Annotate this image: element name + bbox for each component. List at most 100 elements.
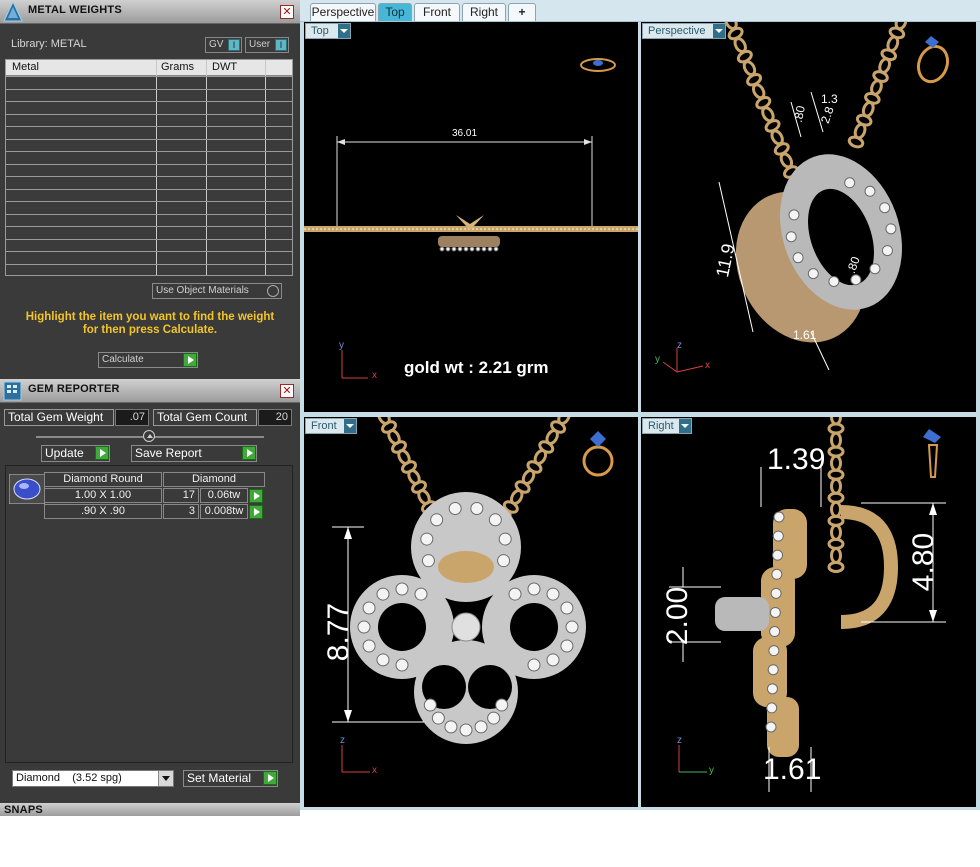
gem-row-select-button[interactable]: [249, 505, 263, 519]
total-gem-count-value: 20: [258, 409, 292, 426]
viewport-right-label[interactable]: Right: [642, 418, 692, 434]
viewport-perspective-label[interactable]: Perspective: [642, 23, 726, 39]
diamond-dot: [420, 532, 434, 546]
gem-reporter-title: GEM REPORTER: [28, 383, 120, 395]
chain-link: [830, 477, 842, 495]
metal-weights-title: METAL WEIGHTS: [28, 4, 122, 16]
calculate-button[interactable]: Calculate: [98, 352, 198, 368]
dwt-column-header[interactable]: DWT: [212, 61, 237, 73]
diamond-dot: [495, 698, 509, 712]
gem-row-select-button[interactable]: [249, 489, 263, 503]
table-row[interactable]: [6, 176, 292, 177]
calculate-button-label: Calculate: [102, 354, 144, 365]
add-tab-button[interactable]: +: [508, 3, 536, 21]
axis-label-y: y: [709, 765, 714, 776]
arrowhead: [337, 139, 345, 145]
table-row[interactable]: [6, 213, 292, 215]
chain-link: [830, 454, 842, 472]
user-toggle[interactable]: User I: [245, 37, 289, 53]
diamond-dot: [459, 723, 473, 737]
viewport-top[interactable]: Top 36.01 gold wt : 2.21 grm y x: [304, 22, 638, 412]
snaps-titlebar[interactable]: SNAPS: [0, 803, 300, 816]
tab-front[interactable]: Front: [414, 3, 460, 21]
gv-toggle[interactable]: GV I: [205, 37, 242, 53]
diamond-dot: [767, 664, 779, 676]
metal-weights-titlebar[interactable]: METAL WEIGHTS ✕: [0, 0, 300, 24]
diamond-dot: [546, 587, 560, 601]
gem-reporter-close-button[interactable]: ✕: [280, 384, 294, 398]
diamond-dot: [769, 626, 781, 638]
table-row[interactable]: [6, 138, 292, 140]
diamond-dot: [766, 683, 778, 695]
diamond-dot: [395, 658, 409, 672]
plus-icon: +: [518, 5, 526, 19]
gem-list[interactable]: Diamond Round Diamond 1.00 X 1.00 17 0.0…: [5, 465, 293, 763]
diamond-dot: [788, 209, 800, 221]
viewport-perspective[interactable]: Perspective 11.9 .80 1.3 2.8 .80 1.61 z …: [641, 22, 976, 412]
axis-label-x: x: [372, 370, 377, 381]
total-gem-count-label: Total Gem Count: [153, 409, 257, 426]
diamond-dot: [488, 513, 502, 527]
metal-column-header[interactable]: Metal: [12, 61, 39, 73]
diamond-dot: [769, 606, 781, 618]
table-row[interactable]: [6, 126, 292, 127]
diamond-dot: [469, 246, 475, 252]
table-row[interactable]: [6, 76, 292, 77]
diamond-dot: [546, 653, 560, 667]
use-object-materials-label: Use Object Materials: [156, 285, 249, 296]
table-row[interactable]: [6, 251, 292, 252]
grams-column-header[interactable]: Grams: [161, 61, 194, 73]
gv-toggle-label: GV: [209, 39, 224, 50]
table-row[interactable]: [6, 151, 292, 152]
viewport-right[interactable]: Right 1.39 4.80 2.00 1.61 z y: [641, 417, 976, 807]
diamond-dot: [792, 252, 804, 264]
table-row[interactable]: [6, 113, 292, 115]
viewport-top-title: Top: [311, 25, 329, 37]
diamond-dot: [765, 721, 777, 733]
table-row[interactable]: [6, 163, 292, 165]
gem-slider-handle[interactable]: [143, 430, 155, 442]
table-row[interactable]: [6, 88, 292, 90]
play-icon: [183, 353, 197, 367]
metal-weights-table[interactable]: Metal Grams DWT: [5, 59, 293, 276]
set-material-button[interactable]: Set Material: [183, 770, 278, 787]
chevron-down-icon: [344, 419, 356, 433]
axis-label-z: z: [677, 735, 682, 746]
table-row[interactable]: [6, 201, 292, 202]
tab-right[interactable]: Right: [462, 3, 506, 21]
arrowhead: [929, 610, 937, 622]
viewport-front[interactable]: Front 8.77 z x: [304, 417, 638, 807]
gold-weight-overlay: gold wt : 2.21 grm: [404, 358, 549, 377]
table-row[interactable]: [6, 101, 292, 102]
table-row[interactable]: [6, 263, 292, 265]
diamond-dot: [768, 645, 780, 657]
slider-arrow-icon: [147, 434, 153, 438]
table-row[interactable]: [6, 226, 292, 227]
table-divider: [206, 60, 207, 275]
table-row[interactable]: [6, 188, 292, 190]
diamond-dot: [362, 601, 376, 615]
update-button-label: Update: [45, 446, 84, 460]
gem-reporter-titlebar[interactable]: GEM REPORTER ✕: [0, 379, 300, 403]
diamond-dot: [771, 568, 783, 580]
table-row[interactable]: [6, 238, 292, 240]
use-object-materials-checkbox[interactable]: Use Object Materials: [152, 283, 282, 299]
diamond-dot: [527, 582, 541, 596]
update-button[interactable]: Update: [41, 445, 110, 462]
axis-line: [662, 361, 678, 373]
viewport-top-label[interactable]: Top: [305, 23, 351, 39]
calculate-hint: Highlight the item you want to find the …: [0, 311, 300, 337]
gem-size: .90 X .90: [44, 504, 162, 519]
viewport-front-label[interactable]: Front: [305, 418, 357, 434]
gv-toggle-icon: I: [228, 39, 240, 51]
diamond-dot: [376, 587, 390, 601]
save-report-button[interactable]: Save Report: [131, 445, 257, 462]
diamond-dot: [493, 246, 499, 252]
tab-top[interactable]: Top: [378, 3, 412, 21]
diamond-dot: [376, 653, 390, 667]
material-select[interactable]: Diamond (3.52 spg): [12, 770, 174, 787]
gem-dots: [439, 246, 499, 252]
tab-perspective[interactable]: Perspective: [310, 3, 376, 21]
diamond-dot: [844, 177, 856, 189]
metal-weights-close-button[interactable]: ✕: [280, 5, 294, 19]
